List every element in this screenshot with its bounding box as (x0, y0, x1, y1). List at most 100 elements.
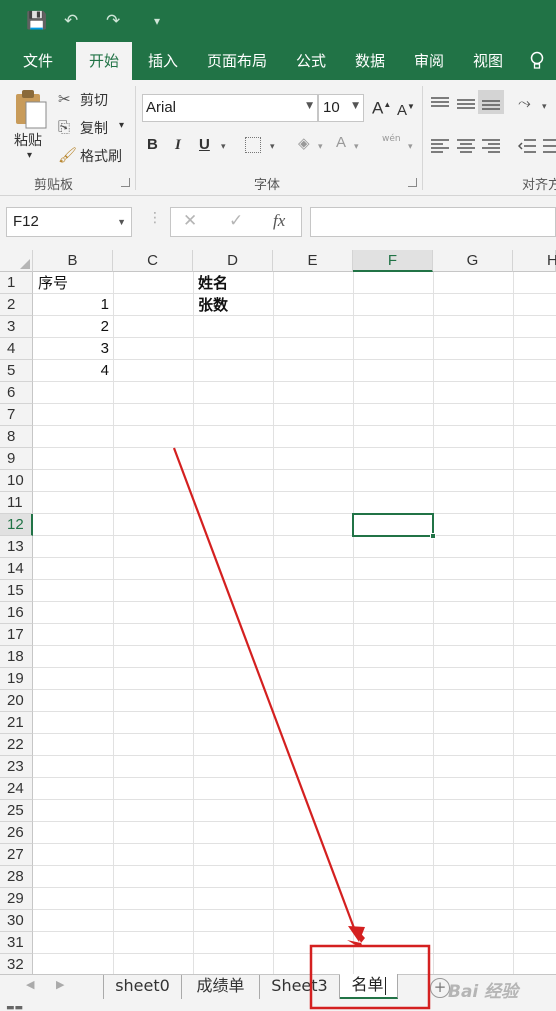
row-header-19[interactable]: 19 (0, 668, 33, 690)
sheet-tab-sheet0[interactable]: sheet0 (104, 975, 182, 999)
row-header-31[interactable]: 31 (0, 932, 33, 954)
row-header-18[interactable]: 18 (0, 646, 33, 668)
align-center-icon[interactable] (457, 138, 475, 157)
column-header-f[interactable]: F (353, 250, 433, 272)
row-header-29[interactable]: 29 (0, 888, 33, 910)
clipboard-launcher-icon[interactable] (121, 178, 130, 187)
tab-file[interactable]: 文件 (12, 42, 64, 80)
insert-function-icon[interactable]: fx (273, 211, 285, 231)
font-color-dropdown-icon[interactable]: ▾ (354, 138, 359, 156)
row-header-22[interactable]: 22 (0, 734, 33, 756)
font-name-select[interactable]: Arial ▼ (142, 94, 318, 122)
column-header-h[interactable]: H (513, 250, 556, 272)
italic-button[interactable]: I (175, 136, 181, 154)
sheet-tab-scores[interactable]: 成绩单 (182, 975, 260, 999)
align-bottom-icon[interactable] (478, 90, 504, 114)
row-header-28[interactable]: 28 (0, 866, 33, 888)
border-dropdown-icon[interactable]: ▾ (270, 138, 275, 156)
row-header-6[interactable]: 6 (0, 382, 33, 404)
orientation-dropdown-icon[interactable]: ▾ (542, 98, 547, 116)
row-header-5[interactable]: 5 (0, 360, 33, 382)
increase-font-icon[interactable]: A▲ (372, 96, 391, 118)
row-header-7[interactable]: 7 (0, 404, 33, 426)
font-size-select[interactable]: 10 ▼ (318, 94, 364, 122)
align-left-icon[interactable] (431, 138, 449, 157)
row-header-2[interactable]: 2 (0, 294, 33, 316)
lightbulb-icon[interactable] (530, 42, 556, 80)
tab-page-layout[interactable]: 页面布局 (198, 42, 276, 80)
save-icon[interactable]: 💾 (26, 0, 47, 42)
row-header-14[interactable]: 14 (0, 558, 33, 580)
tab-review[interactable]: 审阅 (404, 42, 454, 80)
row-header-32[interactable]: 32 (0, 954, 33, 976)
underline-button[interactable]: U (199, 136, 210, 154)
align-middle-icon[interactable] (457, 96, 475, 115)
cell-b2[interactable]: 1 (34, 294, 113, 316)
row-header-16[interactable]: 16 (0, 602, 33, 624)
align-right-icon[interactable] (482, 138, 500, 157)
tab-data[interactable]: 数据 (345, 42, 395, 80)
sheet-tab-sheet3[interactable]: Sheet3 (260, 975, 340, 999)
enter-icon[interactable]: ✓ (229, 211, 243, 231)
underline-dropdown-icon[interactable]: ▾ (221, 138, 226, 156)
cell-b3[interactable]: 2 (34, 316, 113, 338)
row-header-15[interactable]: 15 (0, 580, 33, 602)
format-painter-button[interactable]: 格式刷 (80, 146, 122, 166)
row-header-4[interactable]: 4 (0, 338, 33, 360)
orientation-icon[interactable]: ⤳ (518, 94, 531, 112)
font-color-icon[interactable]: A (336, 134, 346, 152)
cell-d1[interactable]: 姓名 (194, 272, 273, 294)
select-all-corner[interactable] (0, 250, 33, 272)
copy-button[interactable]: 复制 (80, 118, 108, 138)
row-header-21[interactable]: 21 (0, 712, 33, 734)
formula-input[interactable] (310, 207, 556, 237)
redo-icon[interactable]: ↷ (106, 0, 120, 42)
row-header-12[interactable]: 12 (0, 514, 33, 536)
border-icon[interactable] (245, 137, 261, 153)
row-header-8[interactable]: 8 (0, 426, 33, 448)
cell-b4[interactable]: 3 (34, 338, 113, 360)
name-box[interactable]: F12 ▼ (6, 207, 132, 237)
tab-insert[interactable]: 插入 (138, 42, 188, 80)
cell-b1[interactable]: 序号 (34, 272, 113, 294)
paste-dropdown-icon[interactable]: ▾ (27, 150, 32, 161)
column-header-b[interactable]: B (33, 250, 113, 272)
paste-button[interactable]: 粘贴 (14, 130, 42, 150)
font-launcher-icon[interactable] (408, 178, 417, 187)
paste-icon[interactable] (12, 88, 48, 130)
row-header-26[interactable]: 26 (0, 822, 33, 844)
column-header-g[interactable]: G (433, 250, 513, 272)
customize-toolbar-icon[interactable]: ▾ (154, 0, 160, 42)
row-header-1[interactable]: 1 (0, 272, 33, 294)
add-sheet-button[interactable]: + (430, 978, 450, 998)
sheet-prev-icon[interactable]: ◀ (26, 978, 34, 991)
row-header-13[interactable]: 13 (0, 536, 33, 558)
row-header-23[interactable]: 23 (0, 756, 33, 778)
row-header-30[interactable]: 30 (0, 910, 33, 932)
row-header-20[interactable]: 20 (0, 690, 33, 712)
column-header-d[interactable]: D (193, 250, 273, 272)
row-header-3[interactable]: 3 (0, 316, 33, 338)
selected-cell-f12[interactable] (352, 513, 434, 537)
sheet-next-icon[interactable]: ▶ (56, 978, 64, 991)
fill-color-icon[interactable]: ◈ (298, 134, 310, 152)
bold-button[interactable]: B (147, 136, 158, 154)
undo-icon[interactable]: ↶ (64, 0, 78, 42)
column-header-c[interactable]: C (113, 250, 193, 272)
row-header-11[interactable]: 11 (0, 492, 33, 514)
tab-formulas[interactable]: 公式 (286, 42, 336, 80)
phonetic-icon[interactable]: wén (382, 130, 401, 148)
sheet-tab-roster[interactable]: 名单 (340, 974, 398, 999)
cancel-icon[interactable]: ✕ (183, 211, 197, 231)
increase-indent-icon[interactable] (543, 138, 556, 157)
row-header-10[interactable]: 10 (0, 470, 33, 492)
fill-dropdown-icon[interactable]: ▾ (318, 138, 323, 156)
copy-dropdown-icon[interactable]: ▾ (119, 120, 124, 131)
row-header-27[interactable]: 27 (0, 844, 33, 866)
column-header-e[interactable]: E (273, 250, 353, 272)
tab-view[interactable]: 视图 (463, 42, 513, 80)
decrease-font-icon[interactable]: A▼ (397, 98, 415, 120)
phonetic-dropdown-icon[interactable]: ▾ (408, 138, 413, 156)
align-top-icon[interactable] (431, 96, 449, 115)
row-header-25[interactable]: 25 (0, 800, 33, 822)
